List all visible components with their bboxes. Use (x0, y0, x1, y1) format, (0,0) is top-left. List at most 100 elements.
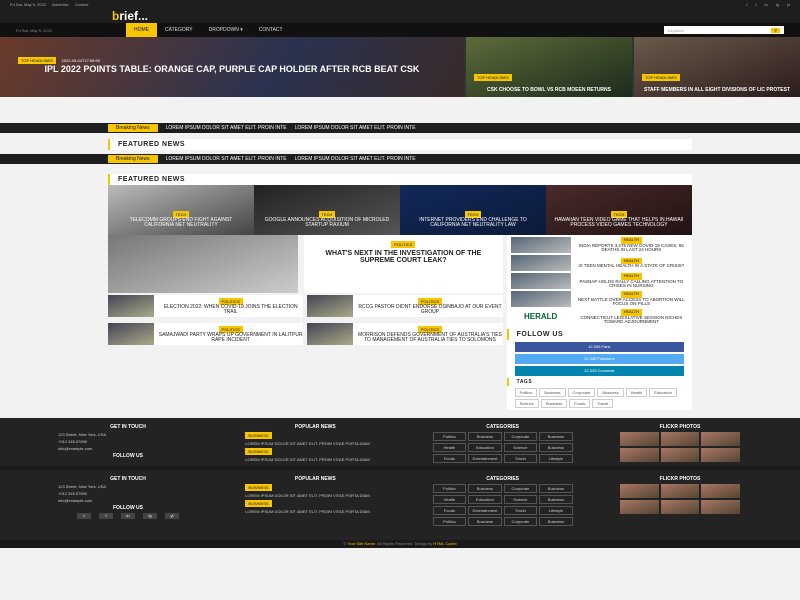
hero-date: 2022-05-04T17:58:00 (61, 58, 101, 63)
instagram-icon[interactable]: ig (776, 2, 779, 7)
nav-menu: HOME CATEGORY DROPDOWN ▾ CONTACT (126, 23, 664, 37)
hero-side: Top Headlines CSK CHOOSE TO BOWL VS RCB … (464, 37, 800, 97)
featured-section: FEATURED NEWS (108, 139, 692, 150)
content-grid: POLITICS WHAT'S NEXT IN THE INVESTIGATIO… (108, 235, 692, 410)
copyright: © Your Site Name. All Rights Reserved. D… (0, 540, 800, 548)
category-tag[interactable]: Business (539, 443, 573, 452)
tag[interactable]: Science (514, 399, 539, 408)
tag[interactable]: Health (625, 388, 648, 397)
category-tag[interactable]: Politics (432, 432, 467, 441)
footer-phone: +012 345 67890 (58, 439, 88, 444)
facebook-icon[interactable]: f (99, 513, 113, 519)
nav-category[interactable]: CATEGORY (157, 23, 201, 37)
category-tag[interactable]: Foods (432, 454, 467, 463)
category-tag[interactable]: Corporate (503, 432, 538, 441)
sidebar-item[interactable]: HEALTH INDIA REPORTS 3,275 NEW COVID-19 C… (510, 237, 688, 253)
linkedin-connects-button[interactable]: 12,345 Connects (514, 366, 684, 376)
facebook-icon[interactable]: f (746, 2, 747, 7)
youtube-icon[interactable]: yt (787, 2, 790, 7)
sidebar-item[interactable]: HERALD HEALTH CONNECTICUT LEGISLATIVE SESS… (510, 309, 688, 325)
featured-section-2: FEATURED NEWS Tech TELECOMM GROUPS END F… (108, 174, 692, 410)
ticker-item[interactable]: LOREM IPSUM DOLOR SIT AMET ELIT. PROIN I… (166, 125, 287, 131)
breaking-label: Breaking News (108, 124, 158, 132)
footer-contact: GET IN TOUCH 123 Street, New York, USA +… (58, 424, 198, 466)
category-tag[interactable]: Health (432, 443, 467, 452)
hero-tile[interactable]: Top Headlines CSK CHOOSE TO BOWL VS RCB … (466, 37, 632, 97)
search-icon[interactable]: ⚲ (771, 27, 780, 33)
sidebar-item[interactable]: HEALTH PASNAP HOLDS RALLY CALLING ATTENTI… (510, 273, 688, 289)
category-tag[interactable]: Business (468, 432, 502, 441)
footer-email[interactable]: info@example.com (58, 446, 198, 451)
main-nav: Fri Sat, May 5, 2022 HOME CATEGORY DROPD… (0, 23, 800, 37)
mini-article[interactable]: POLITICS RCCG PASTOR DIDNT ENDORSE OSINBA… (307, 295, 503, 317)
category-tag[interactable]: Science (503, 443, 538, 452)
flickr-photo (701, 448, 740, 462)
mini-article[interactable]: POLITICS SAMAJWADI PARTY WRAPS UP GOVERNM… (108, 323, 304, 345)
youtube-icon[interactable]: yt (165, 513, 179, 519)
footer-popular: POPULAR NEWS BUSINESS LOREM IPSUM DOLOR … (245, 424, 370, 462)
tag[interactable]: Education (649, 388, 677, 397)
hero-title[interactable]: IPL 2022 POINTS TABLE: ORANGE CAP, PURPL… (18, 65, 446, 74)
tag[interactable]: Politics (514, 388, 538, 397)
hero-main[interactable]: Top Headlines 2022-05-04T17:58:00 IPL 20… (0, 37, 464, 97)
tag[interactable]: Business (540, 399, 568, 408)
twitter-icon[interactable]: t (756, 2, 757, 7)
category-tag[interactable]: Entertainment (468, 454, 502, 463)
footer-upper: GET IN TOUCH 123 Street, New York, USA +… (0, 418, 800, 466)
facebook-fans-button[interactable]: 12,345 Fans (514, 342, 684, 352)
big-article[interactable]: POLITICS WHAT'S NEXT IN THE INVESTIGATIO… (304, 235, 503, 293)
category-tag[interactable]: Lifestyle (539, 454, 573, 463)
tag[interactable]: Business (597, 388, 624, 397)
big-article-image[interactable] (108, 235, 298, 293)
tags-heading: TAGS (506, 378, 692, 386)
mini-article[interactable]: POLITICS ELECTION 2022: WHEN COVID-19 JOI… (108, 295, 304, 317)
hero: Top Headlines 2022-05-04T17:58:00 IPL 20… (0, 37, 800, 97)
footer-lower: GET IN TOUCH 123 Street, New York, USA +… (0, 470, 800, 540)
ticker-item[interactable]: LOREM IPSUM DOLOR SIT AMET ELIT. PROIN I… (295, 125, 416, 131)
follow-us: FOLLOW US 12,345 Fans 12,345 Followers 1… (506, 329, 692, 376)
main-column: POLITICS WHAT'S NEXT IN THE INVESTIGATIO… (108, 235, 503, 410)
mini-article[interactable]: POLITICS MORRISON DEFENDS GOVERNMENT OF A… (307, 323, 503, 345)
flickr-photo (619, 432, 659, 446)
featured-heading: FEATURED NEWS (108, 139, 692, 150)
featured-tile[interactable]: Tech TELECOMM GROUPS END FIGHT AGAINST C… (108, 185, 254, 235)
designer-link[interactable]: HTML Codex (433, 541, 456, 546)
footer-categories: CATEGORIES Politics Business Corporate B… (432, 424, 573, 466)
tag-cloud: Politics Business Corporate Business Hea… (507, 386, 692, 410)
footer-address: 123 Street, New York, USA (58, 432, 107, 437)
site-name-link[interactable]: Your Site Name (347, 541, 375, 546)
featured-tile[interactable]: Tech HAWAIIAN TEEN VIDEO GAME THAT HELPS… (546, 185, 692, 235)
hero-badge[interactable]: Top Headlines (18, 57, 56, 64)
category-tag[interactable]: Travel (503, 454, 538, 463)
nav-contact[interactable]: CONTACT (251, 23, 291, 37)
top-link-advertise[interactable]: Advertise (52, 2, 69, 7)
breaking-news-ticker: Breaking News LOREM IPSUM DOLOR SIT AMET… (0, 154, 800, 164)
tag[interactable]: Business (539, 388, 566, 397)
site-logo[interactable]: brief... (112, 10, 148, 22)
tag[interactable]: Corporate (567, 388, 596, 397)
top-bar: Fri Sat, May 5, 2022 Advertise Contact f… (0, 0, 800, 9)
nav-dropdown[interactable]: DROPDOWN ▾ (201, 23, 251, 37)
linkedin-icon[interactable]: in (121, 513, 135, 519)
instagram-icon[interactable]: ig (143, 513, 157, 519)
twitter-followers-button[interactable]: 12,345 Followers (514, 354, 684, 364)
featured-tile[interactable]: Tech GOOGLE ANNOUNCES ACQUISITION OF MIC… (254, 185, 400, 235)
tag[interactable]: Travel (592, 399, 614, 408)
linkedin-icon[interactable]: in (765, 2, 768, 7)
tag[interactable]: Foods (569, 399, 591, 408)
category-tag[interactable]: Business (539, 432, 573, 441)
flickr-photo (660, 432, 700, 446)
logo-row: brief... (0, 9, 800, 23)
sidebar-item[interactable]: HEALTH IS TEEN MENTAL HEALTH IN A STATE O… (510, 255, 688, 271)
sidebar-item[interactable]: HEALTH NEXT BATTLE OVER ACCESS TO ABORTIO… (510, 291, 688, 307)
top-link-contact[interactable]: Contact (75, 2, 89, 7)
featured-tile[interactable]: Tech INTERNET PROVIDERS END CHALLENGE TO… (400, 185, 546, 235)
twitter-icon[interactable]: t (77, 513, 91, 519)
flickr-photo (701, 432, 740, 446)
hero-tile[interactable]: Top Headlines STAFF MEMBERS IN ALL EIGHT… (634, 37, 800, 97)
search-input[interactable]: Keyword ⚲ (664, 26, 784, 34)
nav-date: Fri Sat, May 5, 2022 (16, 27, 53, 33)
category-tag[interactable]: Education (468, 443, 502, 452)
follow-heading: FOLLOW US (506, 329, 692, 340)
nav-home[interactable]: HOME (126, 23, 157, 37)
